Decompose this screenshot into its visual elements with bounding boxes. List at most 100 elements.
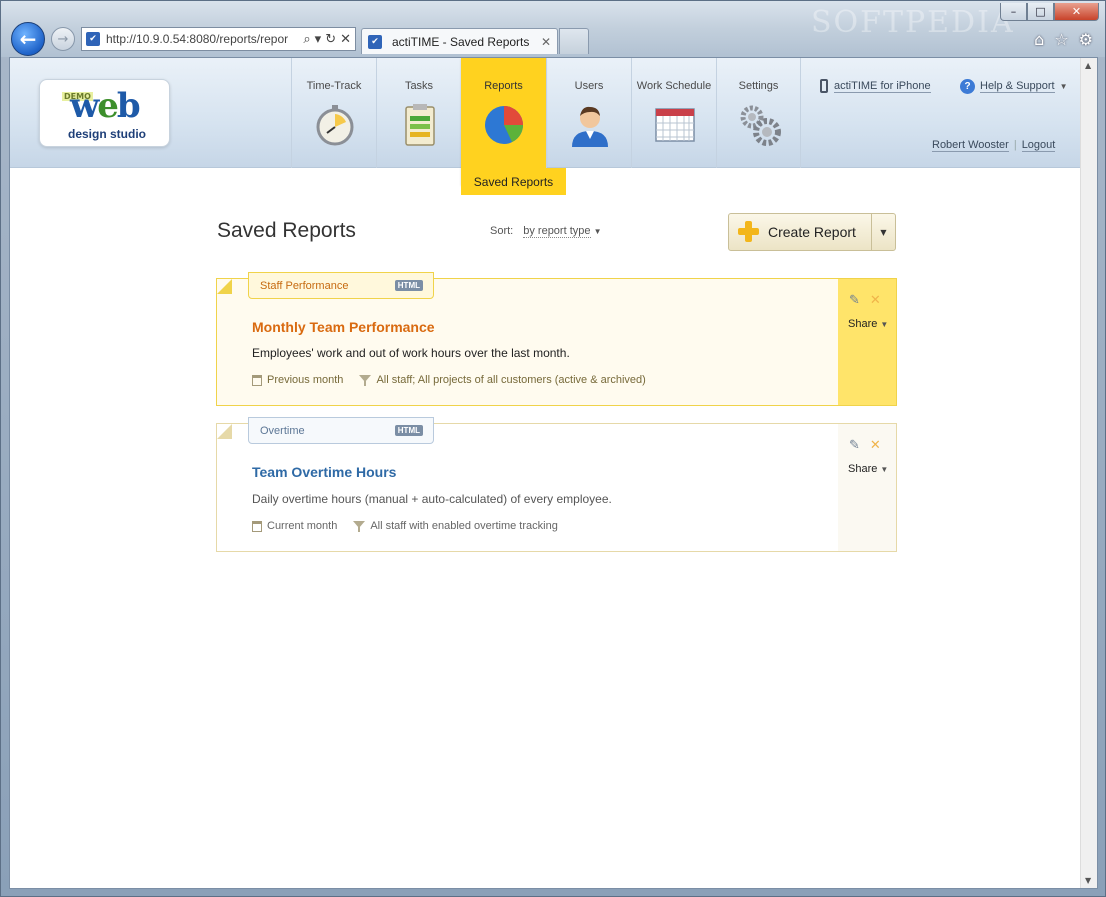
nav-label: Time-Track (306, 80, 362, 92)
logout-link[interactable]: Logout (1021, 139, 1056, 152)
gears-icon (740, 105, 781, 146)
sort-control: Sort: by report type ▼ (490, 225, 602, 238)
help-support-menu[interactable]: ? Help & Support ▼ (960, 79, 1068, 94)
favorites-star-icon[interactable]: ☆ (1054, 30, 1068, 49)
home-icon[interactable]: ⌂ (1034, 30, 1044, 49)
edit-icon[interactable]: ✎ (849, 438, 860, 453)
help-question-icon: ? (960, 79, 975, 94)
sort-value[interactable]: by report type (523, 225, 591, 238)
page-title: Saved Reports (217, 219, 356, 242)
nav-item-settings[interactable]: Settings (716, 58, 801, 168)
phone-icon (820, 79, 828, 93)
sort-label: Sort: (490, 225, 514, 237)
report-meta: Previous month All staff; All projects o… (252, 374, 646, 386)
address-bar[interactable]: ✔ http://10.9.0.54:8080/reports/repor ⌕ … (81, 27, 356, 51)
scroll-up-icon[interactable]: ▲ (1085, 61, 1091, 70)
nav-item-work-schedule[interactable]: Work Schedule (631, 58, 716, 168)
report-card[interactable]: Staff Performance HTML Monthly Team Perf… (216, 272, 897, 406)
chevron-down-icon: ▼ (880, 227, 887, 237)
share-label[interactable]: Share (848, 463, 877, 475)
nav-label: Users (574, 80, 604, 92)
create-report-button[interactable]: Create Report ▼ (728, 213, 896, 251)
new-tab-button[interactable] (559, 28, 589, 54)
nav-label: Reports (484, 80, 523, 92)
back-button[interactable]: ← (11, 22, 45, 56)
logo-studio-text: design studio (68, 127, 146, 141)
format-badge: HTML (394, 280, 423, 291)
tab-title: actiTIME - Saved Reports (392, 34, 530, 49)
nav-label: Tasks (404, 80, 434, 92)
report-actions: ✎ ✕ Share ▼ (838, 279, 896, 405)
share-menu[interactable]: Share ▼ (848, 318, 888, 330)
close-window-button[interactable]: ✕ (1054, 3, 1099, 21)
window-controls: – □ ✕ (1000, 3, 1099, 21)
edit-icon[interactable]: ✎ (849, 293, 860, 308)
report-category: Overtime (260, 424, 305, 437)
report-category: Staff Performance (260, 279, 349, 292)
nav-item-time-track[interactable]: Time-Track (291, 58, 376, 168)
pie-chart-icon (485, 106, 523, 144)
chevron-down-icon: ▼ (593, 227, 602, 236)
card-fold-corner (217, 424, 232, 439)
report-category-tab: Overtime HTML (248, 417, 434, 444)
scroll-down-icon[interactable]: ▼ (1085, 876, 1091, 885)
card-fold-corner (217, 279, 232, 294)
filter-icon (353, 520, 366, 532)
refresh-icon[interactable]: ↻ (325, 32, 336, 47)
report-filter: All staff; All projects of all customers… (359, 374, 646, 386)
report-title[interactable]: Team Overtime Hours (252, 464, 396, 480)
search-icon[interactable]: ⌕ (303, 32, 310, 47)
stop-icon[interactable]: ✕ (340, 32, 351, 47)
iphone-link[interactable]: actiTIME for iPhone (820, 79, 931, 93)
main-navigation: Time-Track Tasks Reports Users Work Sche… (291, 58, 801, 185)
watermark: SOFTPEDIA (811, 5, 1015, 40)
maximize-button[interactable]: □ (1027, 3, 1054, 21)
nav-item-reports[interactable]: Reports (461, 58, 546, 185)
nav-item-tasks[interactable]: Tasks (376, 58, 461, 168)
report-period-text: Previous month (267, 374, 344, 386)
create-report-dropdown-button[interactable]: ▼ (871, 214, 895, 250)
vertical-scrollbar[interactable]: ▲ ▼ (1080, 58, 1097, 888)
browser-window: SOFTPEDIA – □ ✕ ← → ✔ http://10.9.0.54:8… (0, 0, 1106, 897)
browser-tab[interactable]: ✔ actiTIME - Saved Reports ✕ (361, 28, 558, 54)
nav-item-users[interactable]: Users (546, 58, 631, 168)
report-filter-text: All staff; All projects of all customers… (376, 374, 646, 386)
logo-web-text: web (70, 86, 141, 126)
tools-gear-icon[interactable]: ⚙ (1079, 30, 1093, 49)
company-logo[interactable]: DEMO web design studio (39, 79, 170, 147)
filter-icon (359, 374, 372, 386)
format-badge: HTML (394, 425, 423, 436)
create-report-label: Create Report (768, 224, 856, 240)
report-action-icons: ✎ ✕ (849, 293, 881, 308)
report-title[interactable]: Monthly Team Performance (252, 319, 435, 335)
separator: | (1013, 139, 1017, 151)
chevron-down-icon: ▼ (880, 465, 889, 474)
minimize-button[interactable]: – (1000, 3, 1027, 21)
delete-icon[interactable]: ✕ (870, 438, 881, 453)
help-support-label[interactable]: Help & Support (980, 80, 1055, 93)
dropdown-icon[interactable]: ▾ (315, 32, 322, 47)
share-menu[interactable]: Share ▼ (848, 463, 888, 475)
share-label[interactable]: Share (848, 318, 877, 330)
iphone-link-label[interactable]: actiTIME for iPhone (834, 80, 931, 93)
subnav-saved-reports[interactable]: Saved Reports (461, 168, 566, 195)
nav-label: Settings (738, 80, 779, 92)
tab-favicon-icon: ✔ (368, 34, 382, 49)
delete-icon[interactable]: ✕ (870, 293, 881, 308)
stopwatch-icon (316, 105, 354, 146)
report-period: Current month (252, 520, 337, 532)
calendar-icon (655, 108, 695, 142)
user-icon (572, 106, 608, 147)
report-description: Daily overtime hours (manual + auto-calc… (252, 492, 612, 506)
clipboard-icon (405, 104, 435, 146)
app-header: DEMO web design studio Time-Track Tasks (10, 58, 1082, 195)
browser-toolbar-icons: ⌂ ☆ ⚙ (1034, 30, 1093, 49)
address-text[interactable]: http://10.9.0.54:8080/reports/repor (106, 32, 303, 46)
tab-close-icon[interactable]: ✕ (541, 35, 551, 49)
sort-dropdown[interactable]: by report type ▼ (523, 225, 602, 238)
report-action-icons: ✎ ✕ (849, 438, 881, 453)
forward-button[interactable]: → (51, 27, 75, 51)
user-name-link[interactable]: Robert Wooster (932, 139, 1009, 152)
report-card[interactable]: Overtime HTML Team Overtime Hours Daily … (216, 417, 897, 552)
report-meta: Current month All staff with enabled ove… (252, 520, 558, 532)
